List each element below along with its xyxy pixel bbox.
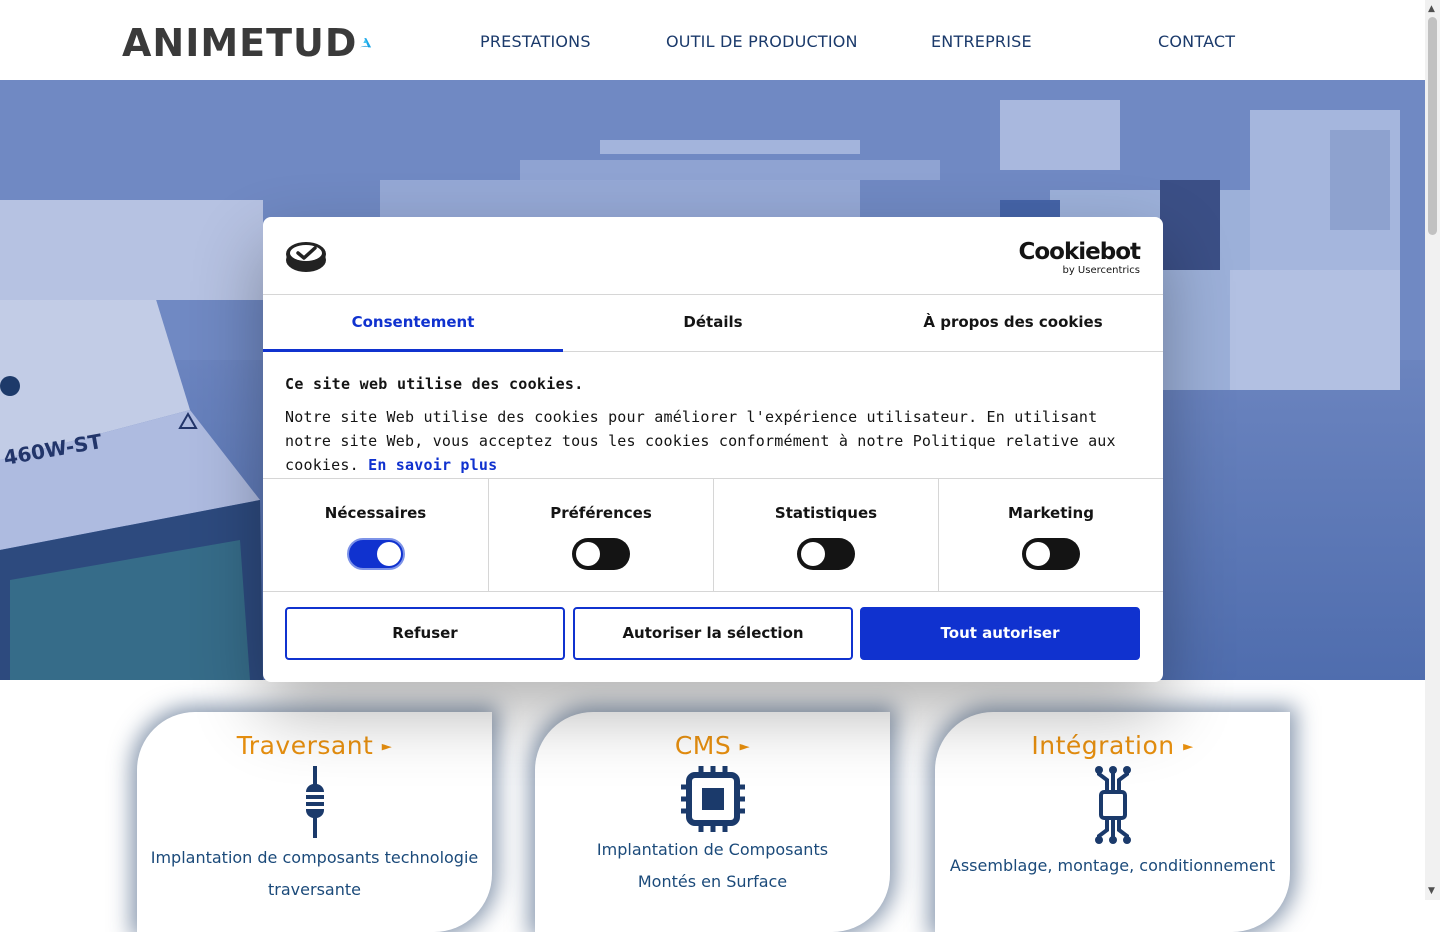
toggle-necessaires[interactable] xyxy=(346,538,405,570)
card-description: Implantation de composants technologie t… xyxy=(150,848,479,899)
card-cms[interactable]: CMS ► Implantation de Composants Montés … xyxy=(535,712,890,932)
cookie-category-toggles: Nécessaires Préférences Statistiques Mar… xyxy=(263,478,1163,592)
toggle-label: Statistiques xyxy=(774,504,878,522)
toggle-marketing[interactable] xyxy=(1022,538,1080,570)
nav-contact[interactable]: CONTACT xyxy=(1158,32,1235,51)
toggle-group-statistiques: Statistiques xyxy=(713,479,938,592)
brand-name: Cookiebot xyxy=(1018,239,1141,265)
tab-consentement[interactable]: Consentement xyxy=(263,295,563,352)
scrollbar-thumb[interactable] xyxy=(1428,17,1437,235)
dialog-header: Cookiebot by Usercentrics xyxy=(263,217,1163,295)
refuse-button[interactable]: Refuser xyxy=(285,607,565,660)
toggle-group-necessaires: Nécessaires xyxy=(263,479,488,592)
chip-icon xyxy=(535,766,890,832)
nav-prestations[interactable]: PRESTATIONS xyxy=(480,32,591,51)
card-description: Assemblage, montage, conditionnement xyxy=(949,856,1276,875)
card-traversant[interactable]: Traversant ► Implantation de composants … xyxy=(137,712,492,932)
card-title[interactable]: Intégration ► xyxy=(935,731,1290,760)
dialog-text: Notre site Web utilise des cookies pour … xyxy=(285,408,1116,474)
cookiebot-logo-icon xyxy=(286,242,326,272)
main-nav: PRESTATIONS OUTIL DE PRODUCTION ENTREPRI… xyxy=(0,32,1425,52)
resistor-icon xyxy=(137,766,492,838)
page-scrollbar[interactable]: ▲ ▼ xyxy=(1425,0,1440,900)
card-title[interactable]: Traversant ► xyxy=(137,731,492,760)
card-title[interactable]: CMS ► xyxy=(535,731,890,760)
toggle-label: Préférences xyxy=(550,504,652,522)
toggle-group-marketing: Marketing xyxy=(938,479,1163,592)
dialog-heading: Ce site web utilise des cookies. xyxy=(285,375,584,393)
dialog-body: Ce site web utilise des cookies. Notre s… xyxy=(285,375,1145,477)
circuit-icon xyxy=(935,766,1290,844)
dialog-tabs: Consentement Détails À propos des cookie… xyxy=(263,295,1163,352)
site-header: ANIMETUD PRESTATIONS OUTIL DE PRODUCTION… xyxy=(0,0,1425,80)
scroll-down-icon[interactable]: ▼ xyxy=(1428,886,1435,896)
tab-details[interactable]: Détails xyxy=(563,295,863,352)
learn-more-link[interactable]: En savoir plus xyxy=(368,456,497,474)
scroll-up-icon[interactable]: ▲ xyxy=(1428,4,1435,14)
card-integration[interactable]: Intégration ► Assemblage, montage, condi… xyxy=(935,712,1290,932)
allow-all-button[interactable]: Tout autoriser xyxy=(860,607,1140,660)
cookie-consent-dialog: Cookiebot by Usercentrics Consentement D… xyxy=(263,217,1163,682)
nav-entreprise[interactable]: ENTREPRISE xyxy=(931,32,1032,51)
toggle-statistiques[interactable] xyxy=(797,538,855,570)
toggle-label: Marketing xyxy=(1008,504,1094,522)
card-description: Implantation de Composants Montés en Sur… xyxy=(596,840,829,891)
toggle-label: Nécessaires xyxy=(324,504,427,522)
tab-a-propos[interactable]: À propos des cookies xyxy=(863,295,1163,352)
nav-outil-de-production[interactable]: OUTIL DE PRODUCTION xyxy=(666,32,858,51)
allow-selection-button[interactable]: Autoriser la sélection xyxy=(573,607,853,660)
toggle-group-preferences: Préférences xyxy=(488,479,713,592)
cookiebot-brand[interactable]: Cookiebot by Usercentrics xyxy=(1018,239,1141,277)
toggle-preferences[interactable] xyxy=(572,538,630,570)
brand-sub: by Usercentrics xyxy=(1062,265,1140,276)
